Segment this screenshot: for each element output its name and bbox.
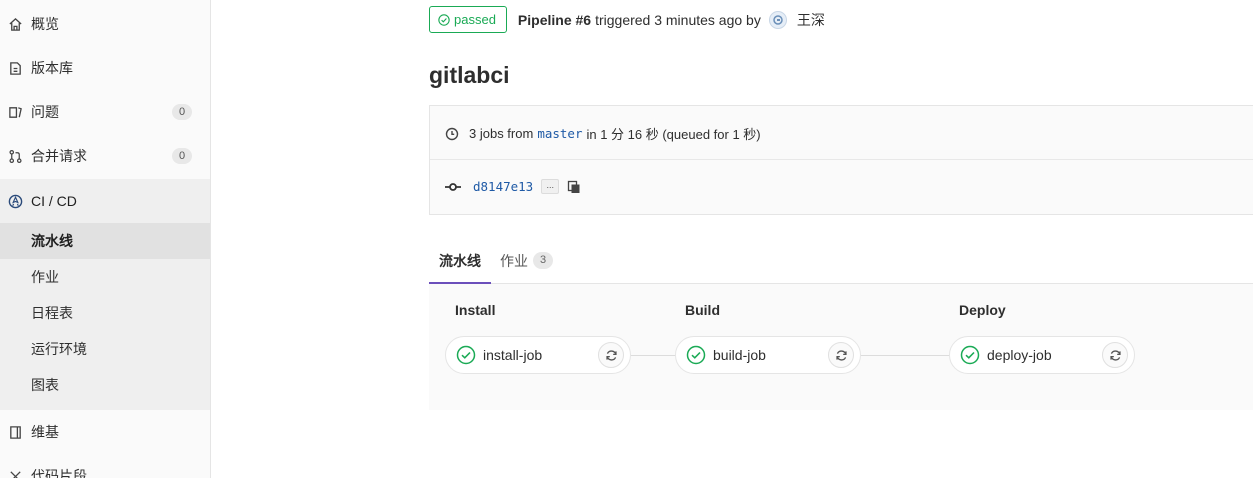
job-deploy[interactable]: deploy-job bbox=[949, 336, 1135, 374]
check-circle-icon bbox=[438, 13, 450, 26]
tab-label: 流水线 bbox=[439, 252, 481, 269]
sidebar-subitem-charts[interactable]: 图表 bbox=[0, 367, 210, 403]
jobs-count-badge: 3 bbox=[533, 252, 553, 269]
sidebar-subitem-environments[interactable]: 运行环境 bbox=[0, 331, 210, 367]
sidebar-item-label: CI / CD bbox=[31, 193, 77, 209]
commit-icon bbox=[445, 182, 461, 191]
jobs-summary: 3 jobs from master in 1 分 16 秒 (queued f… bbox=[445, 124, 761, 143]
job-install[interactable]: install-job bbox=[445, 336, 631, 374]
sidebar-item-label: 版本库 bbox=[31, 60, 73, 76]
status-text: passed bbox=[454, 12, 496, 27]
retry-button[interactable] bbox=[828, 342, 854, 368]
clock-icon bbox=[445, 127, 459, 140]
check-circle-icon bbox=[960, 345, 980, 365]
sidebar-item-merge-requests[interactable]: 合并请求 0 bbox=[0, 134, 210, 178]
document-icon bbox=[7, 60, 23, 76]
pipeline-graph: Install Build Deploy install-job build-j… bbox=[429, 284, 1253, 410]
sidebar-item-label: 概览 bbox=[31, 16, 59, 32]
stage-connector bbox=[861, 355, 951, 356]
page-title: gitlabci bbox=[429, 62, 510, 88]
stage-connector bbox=[631, 355, 677, 356]
tab-pipeline[interactable]: 流水线 bbox=[439, 237, 481, 284]
retry-button[interactable] bbox=[1102, 342, 1128, 368]
issues-icon bbox=[7, 104, 23, 120]
merge-request-icon bbox=[7, 148, 23, 164]
pipeline-info-box: 3 jobs from master in 1 分 16 秒 (queued f… bbox=[429, 105, 1253, 215]
sidebar-item-snippets[interactable]: 代码片段 bbox=[0, 454, 210, 478]
sidebar-item-label: 维基 bbox=[31, 424, 59, 440]
snippet-icon bbox=[7, 468, 23, 478]
tab-label: 作业 bbox=[500, 252, 528, 269]
sidebar-item-issues[interactable]: 问题 0 bbox=[0, 90, 210, 134]
stage-title-build: Build bbox=[685, 302, 720, 318]
user-name[interactable]: 王深 bbox=[797, 10, 825, 30]
sidebar: 概览 版本库 问题 0 合并请求 0 CI / CD 流水线 作业 日程表 运行… bbox=[0, 0, 211, 478]
branch-link[interactable]: master bbox=[537, 126, 582, 141]
job-name: install-job bbox=[483, 347, 543, 363]
stage-title-install: Install bbox=[455, 302, 496, 318]
avatar[interactable] bbox=[768, 10, 787, 29]
sidebar-subitem-jobs[interactable]: 作业 bbox=[0, 259, 210, 295]
sidebar-item-cicd[interactable]: CI / CD bbox=[0, 179, 210, 223]
merge-requests-count-badge: 0 bbox=[172, 148, 192, 164]
duration-text: in 1 分 16 秒 (queued for 1 秒) bbox=[586, 127, 761, 142]
job-name: build-job bbox=[713, 347, 766, 363]
job-build[interactable]: build-job bbox=[675, 336, 861, 374]
check-circle-icon bbox=[686, 345, 706, 365]
status-badge[interactable]: passed bbox=[429, 6, 507, 33]
sidebar-item-label: 代码片段 bbox=[31, 468, 87, 478]
stage-title-deploy: Deploy bbox=[959, 302, 1006, 318]
retry-icon bbox=[605, 349, 617, 361]
retry-icon bbox=[835, 349, 847, 361]
sidebar-item-label: 合并请求 bbox=[31, 148, 87, 164]
issues-count-badge: 0 bbox=[172, 104, 192, 120]
retry-button[interactable] bbox=[598, 342, 624, 368]
sidebar-subitem-schedules[interactable]: 日程表 bbox=[0, 295, 210, 331]
copy-icon bbox=[568, 180, 580, 193]
sidebar-item-wiki[interactable]: 维基 bbox=[0, 410, 210, 454]
sidebar-item-label: 问题 bbox=[31, 104, 59, 120]
job-name: deploy-job bbox=[987, 347, 1052, 363]
pipeline-tabs: 流水线 作业 3 bbox=[429, 237, 1253, 284]
pipeline-label: Pipeline #6 bbox=[517, 11, 592, 28]
retry-icon bbox=[1109, 349, 1121, 361]
copy-sha-button[interactable] bbox=[567, 180, 581, 194]
commit-sha-link[interactable]: d8147e13 bbox=[473, 179, 533, 194]
expand-commit-button[interactable]: ... bbox=[541, 179, 560, 194]
sidebar-item-overview[interactable]: 概览 bbox=[0, 2, 210, 46]
home-icon bbox=[7, 16, 23, 32]
tab-jobs[interactable]: 作业 3 bbox=[500, 237, 553, 284]
book-icon bbox=[7, 424, 23, 440]
divider bbox=[430, 159, 1253, 160]
commit-row: d8147e13 ... bbox=[445, 179, 581, 194]
triggered-text: triggered 3 minutes ago by bbox=[595, 11, 761, 28]
sidebar-item-repository[interactable]: 版本库 bbox=[0, 46, 210, 90]
check-circle-icon bbox=[456, 345, 476, 365]
pipeline-header: passed Pipeline #6 triggered 3 minutes a… bbox=[429, 6, 825, 33]
jobs-text: 3 jobs from bbox=[469, 126, 534, 141]
sidebar-subitem-pipelines[interactable]: 流水线 bbox=[0, 223, 210, 259]
rocket-icon bbox=[7, 193, 23, 209]
